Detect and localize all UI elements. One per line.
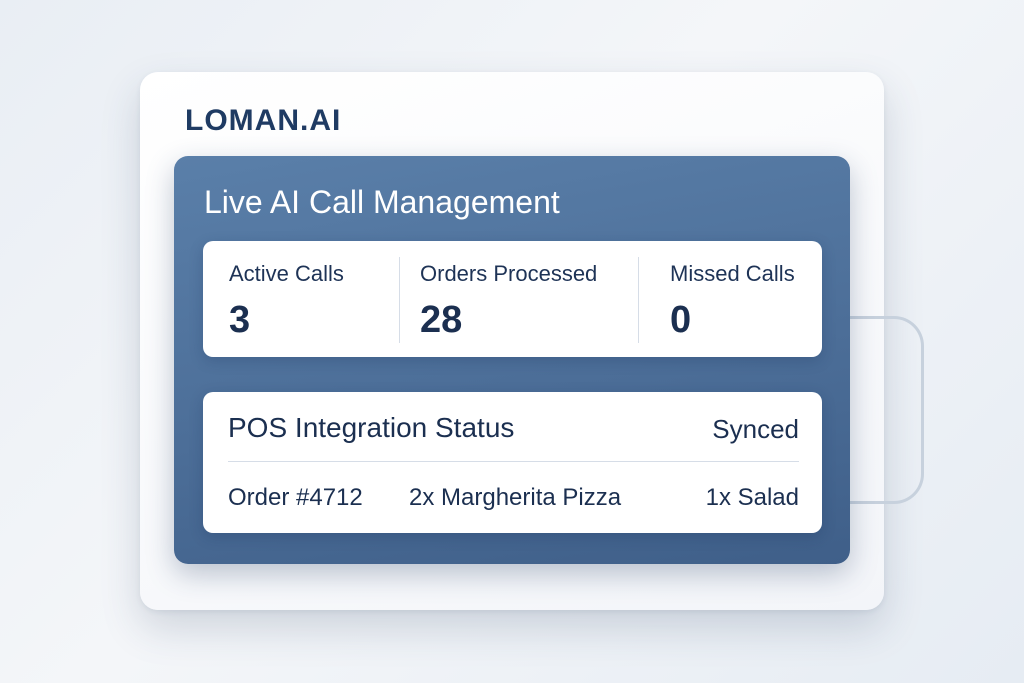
order-item: 1x Salad bbox=[705, 484, 799, 511]
metric-value: 0 bbox=[670, 299, 692, 341]
metric-value: 3 bbox=[229, 299, 251, 341]
metrics-card: Active Calls 3 Orders Processed 28 Misse… bbox=[203, 241, 822, 357]
pos-status-badge: Synced bbox=[712, 414, 799, 444]
metric-active-calls: Active Calls 3 bbox=[203, 241, 399, 357]
pos-title: POS Integration Status bbox=[228, 412, 515, 443]
order-item: 2x Margherita Pizza bbox=[409, 484, 622, 511]
metric-orders-processed: Orders Processed 28 bbox=[399, 241, 638, 357]
brand-logo: LOMAN.AI bbox=[185, 104, 342, 137]
order-id: Order #4712 bbox=[228, 484, 363, 511]
pos-divider bbox=[228, 461, 799, 462]
metric-label: Orders Processed bbox=[420, 261, 598, 286]
panel-title: Live AI Call Management bbox=[204, 184, 560, 220]
metric-missed-calls: Missed Calls 0 bbox=[638, 241, 822, 357]
metric-label: Active Calls bbox=[229, 261, 344, 286]
metric-label: Missed Calls bbox=[670, 261, 795, 286]
metric-value: 28 bbox=[420, 299, 463, 341]
pos-integration-card: POS Integration Status Synced Order #471… bbox=[203, 392, 822, 533]
